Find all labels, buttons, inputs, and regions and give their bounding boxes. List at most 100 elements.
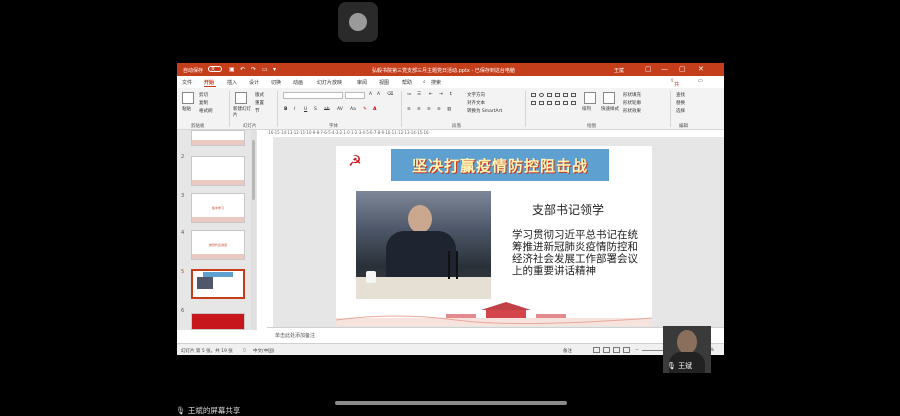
slide-thumbnail-5[interactable] <box>191 269 245 299</box>
copy-button[interactable]: 复制 <box>199 100 208 106</box>
slide-banner[interactable]: 坚决打赢疫情防控阻击战 <box>391 149 609 181</box>
user-name[interactable]: 王斌 <box>614 67 624 74</box>
font-name-select[interactable] <box>283 92 343 99</box>
find-button[interactable]: 查找 <box>676 92 685 98</box>
reset-button[interactable]: 重置 <box>255 100 264 106</box>
arrow-shape-icon[interactable] <box>555 93 560 97</box>
italic-button[interactable]: I <box>294 107 295 112</box>
textbox-shape-icon[interactable] <box>563 93 568 97</box>
oval-shape-icon[interactable] <box>539 93 544 97</box>
arrange-button[interactable]: 排列 <box>582 106 591 112</box>
slide-thumbnail-4[interactable]: 党员代表讲话 <box>191 230 245 260</box>
layout-button[interactable]: 版式 <box>255 92 264 98</box>
reading-view-icon[interactable] <box>613 347 620 353</box>
slide-sorter-icon[interactable] <box>603 347 610 353</box>
align-left-icon[interactable]: ≡ <box>407 107 411 112</box>
section-button[interactable]: 节 <box>255 108 260 114</box>
slideshow-view-icon[interactable] <box>623 347 630 353</box>
autosave-toggle[interactable]: 关 <box>208 66 222 72</box>
underline-button[interactable]: U <box>304 107 307 112</box>
columns-icon[interactable]: ▥ <box>447 107 451 112</box>
undo-icon[interactable]: ↶ <box>240 66 245 73</box>
smartart-button[interactable]: 转换为 SmartArt <box>467 108 502 114</box>
current-slide[interactable]: ☭ 坚决打赢疫情防控阻击战 支部书记领学 学习贯彻习近平总书记在统筹推进新冠肺炎… <box>336 146 652 326</box>
normal-view-icon[interactable] <box>593 347 600 353</box>
thumbnail-scrollbar[interactable] <box>251 130 256 330</box>
replace-button[interactable]: 替换 <box>676 100 685 106</box>
tab-transitions[interactable]: 切换 <box>271 79 281 86</box>
slide-photo[interactable] <box>356 191 491 299</box>
scrollbar-thumb[interactable] <box>252 140 255 200</box>
shape-effects-button[interactable]: 形状效果 <box>623 108 641 114</box>
brace-shape-icon[interactable] <box>563 101 568 105</box>
ribbon-display-icon[interactable]: ▢ <box>645 65 652 73</box>
clear-format-icon[interactable]: ⌫ <box>387 92 393 97</box>
quick-styles-icon[interactable] <box>603 92 615 104</box>
minimize-icon[interactable]: — <box>661 65 668 73</box>
slide-thumbnail-1[interactable] <box>191 130 245 146</box>
paste-button[interactable]: 粘贴 <box>182 106 191 112</box>
line-shape-icon[interactable] <box>547 93 552 97</box>
slide-body-text[interactable]: 学习贯彻习近平总书记在统筹推进新冠肺炎疫情防控和经济社会发展工作部署会议上的重要… <box>512 229 647 277</box>
customize-qa-icon[interactable]: ▾ <box>273 66 276 73</box>
save-icon[interactable]: ▣ <box>229 66 235 73</box>
tab-file[interactable]: 文件 <box>182 79 192 86</box>
horizontal-scrollbar[interactable] <box>335 401 567 405</box>
tab-view[interactable]: 视图 <box>379 79 389 86</box>
tab-insert[interactable]: 插入 <box>227 79 237 86</box>
tab-animations[interactable]: 动画 <box>293 79 303 86</box>
shape-fill-button[interactable]: 形状填充 <box>623 92 641 98</box>
numbering-icon[interactable]: ☰ <box>417 92 421 97</box>
tab-slideshow[interactable]: 幻灯片放映 <box>317 79 342 86</box>
indent-icon[interactable]: ⇤ <box>429 92 433 97</box>
char-spacing-button[interactable]: AV <box>337 107 343 112</box>
more-shapes-icon[interactable] <box>571 101 576 105</box>
paste-icon[interactable] <box>182 92 194 104</box>
tab-review[interactable]: 审阅 <box>357 79 367 86</box>
bullets-icon[interactable]: ≔ <box>407 92 412 97</box>
slide-thumbnail-3[interactable]: 集中学习 <box>191 193 245 223</box>
notes-pane[interactable]: 单击此处添加备注 <box>267 327 724 341</box>
increase-font-icon[interactable]: A <box>369 92 372 97</box>
select-button[interactable]: 选择 <box>676 108 685 114</box>
align-center-icon[interactable]: ≡ <box>417 107 421 112</box>
tab-help[interactable]: 帮助 <box>402 79 412 86</box>
callout-shape-icon[interactable] <box>555 101 560 105</box>
format-painter-button[interactable]: 格式刷 <box>199 108 213 114</box>
align-right-icon[interactable]: ≡ <box>427 107 431 112</box>
comment-icon[interactable]: ▭ <box>698 78 703 84</box>
rounded-rect-shape-icon[interactable] <box>531 101 536 105</box>
accessibility-icon[interactable]: ▯ <box>243 348 245 353</box>
search-box[interactable]: 搜索 <box>431 79 441 86</box>
arrange-icon[interactable] <box>584 92 596 104</box>
text-direction-button[interactable]: 文字方向 <box>467 92 485 98</box>
language-indicator[interactable]: 中文(中国) <box>253 348 275 354</box>
participant-video[interactable]: 🎙 王斌 <box>663 326 711 373</box>
new-slide-icon[interactable] <box>235 92 247 104</box>
font-size-select[interactable] <box>345 92 365 99</box>
slide-thumbnail-2[interactable] <box>191 156 245 186</box>
star-shape-icon[interactable] <box>547 101 552 105</box>
zoom-out-icon[interactable]: − <box>635 348 639 353</box>
share-button[interactable]: ⇪ 共享 <box>670 78 679 95</box>
redo-icon[interactable]: ↷ <box>251 66 256 73</box>
outdent-icon[interactable]: ⇥ <box>439 92 443 97</box>
maximize-icon[interactable]: ▢ <box>679 65 686 73</box>
highlight-color-button[interactable]: ✎ <box>363 107 367 112</box>
toolbar-toggle-button[interactable] <box>338 2 378 42</box>
bold-button[interactable]: B <box>284 107 287 112</box>
decrease-font-icon[interactable]: A <box>377 92 380 97</box>
rectangle-shape-icon[interactable] <box>531 93 536 97</box>
slide-thumbnail-6[interactable] <box>191 313 245 330</box>
align-text-button[interactable]: 对齐文本 <box>467 100 485 106</box>
close-icon[interactable]: ✕ <box>698 65 704 73</box>
justify-icon[interactable]: ≡ <box>437 107 441 112</box>
shape-outline-button[interactable]: 形状轮廓 <box>623 100 641 106</box>
line-spacing-icon[interactable]: ↕ <box>449 92 453 97</box>
new-slide-button[interactable]: 新建幻灯片 <box>233 106 253 118</box>
notes-button[interactable]: 备注 <box>563 348 572 354</box>
present-icon[interactable]: ▭ <box>262 66 268 73</box>
change-case-button[interactable]: Aa <box>350 107 356 112</box>
font-color-button[interactable]: A <box>373 107 376 112</box>
quick-styles-button[interactable]: 快速样式 <box>601 106 619 112</box>
